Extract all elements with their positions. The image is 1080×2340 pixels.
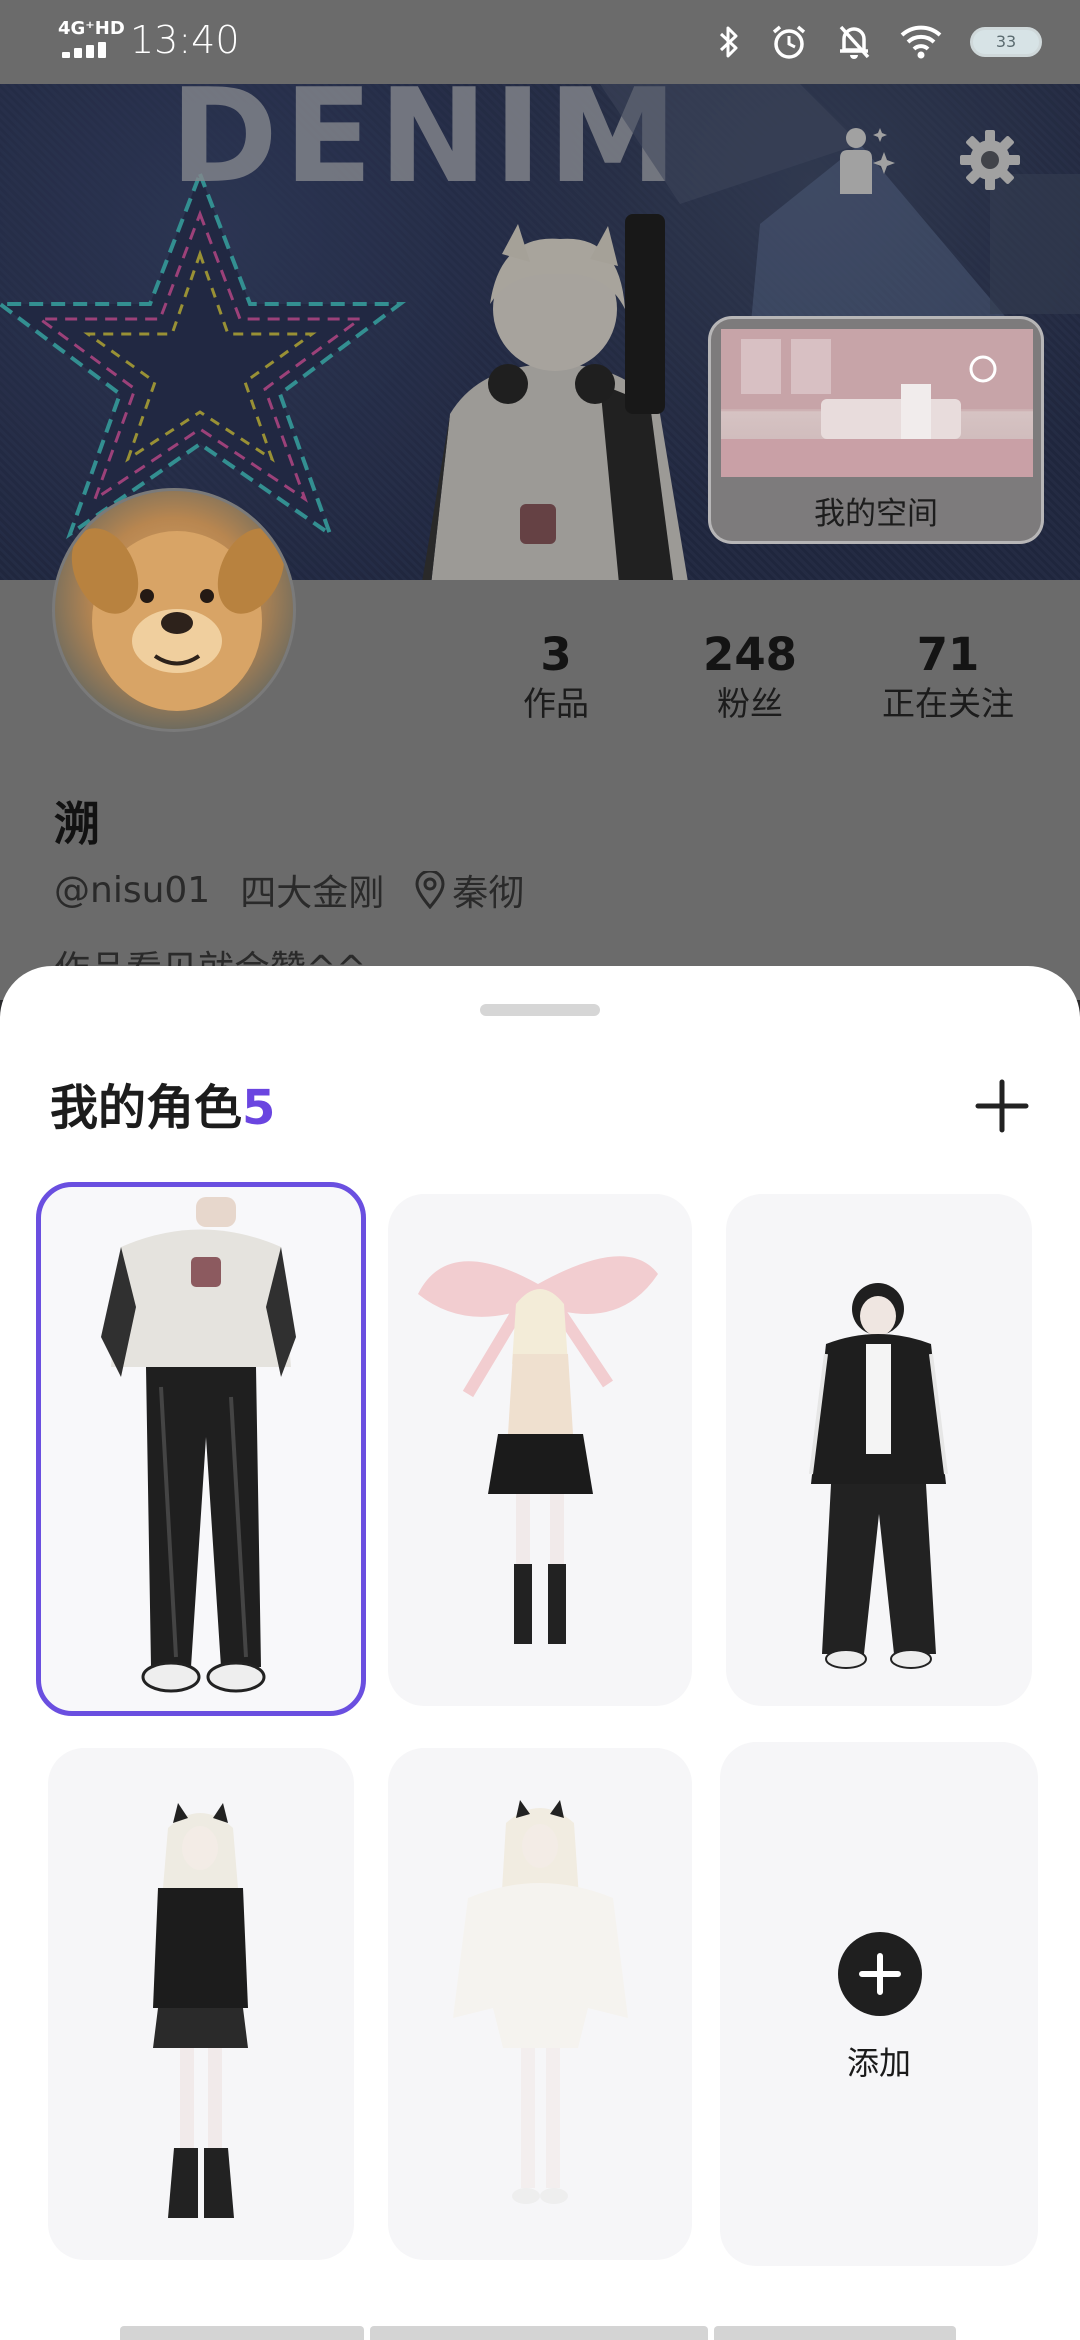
bottom-tab-hint (120, 2326, 956, 2340)
character-figure-2 (418, 1256, 658, 1644)
stat-works[interactable]: 3 作品 (506, 628, 606, 726)
character-figure-5 (453, 1800, 628, 2204)
profile-handle: @nisu01 (54, 869, 211, 911)
stat-works-label: 作品 (523, 684, 589, 723)
character-figure-4 (153, 1803, 248, 2218)
my-space-label: 我的空间 (814, 496, 938, 532)
profile-meta: @nisu01 四大金刚 秦彻 (54, 864, 524, 916)
status-time: 13:40 (130, 18, 240, 62)
my-space-card[interactable]: 我的空间 (708, 316, 1044, 544)
character-figure-3 (809, 1283, 948, 1669)
character-card[interactable] (726, 1194, 1032, 1706)
character-count: 5 (242, 1080, 276, 1136)
stat-following-label: 正在关注 (882, 684, 1014, 723)
location-icon (415, 871, 445, 909)
profile-name: 溯 (54, 797, 100, 851)
character-card[interactable] (48, 1748, 354, 2260)
add-circle-icon (838, 1932, 922, 2016)
add-character-card[interactable]: 添加 (720, 1742, 1038, 2266)
wifi-icon (900, 25, 942, 59)
character-card[interactable] (388, 1194, 692, 1706)
alarm-icon (772, 25, 806, 59)
status-bar: 4G⁺HD 13:40 33 (0, 0, 1080, 84)
network-type: 4G⁺HD (58, 18, 125, 39)
stat-followers[interactable]: 248 粉丝 (690, 628, 810, 726)
sheet-drag-handle[interactable] (480, 1004, 600, 1016)
profile-group: 四大金刚 (240, 873, 385, 914)
character-card[interactable] (36, 1182, 366, 1716)
character-card[interactable] (388, 1748, 692, 2260)
sheet-title-text: 我的角色 (50, 1080, 243, 1136)
stat-followers-value: 248 (703, 628, 797, 681)
stat-following[interactable]: 71 正在关注 (868, 628, 1028, 726)
add-character-icon[interactable] (974, 1078, 1030, 1134)
room-thumbnail (721, 329, 1033, 477)
sheet-title: 我的角色5 (50, 1068, 275, 1138)
character-figure-1 (101, 1197, 296, 1693)
bluetooth-icon (719, 26, 738, 58)
stat-followers-label: 粉丝 (717, 684, 783, 723)
stat-works-value: 3 (540, 628, 572, 681)
add-character-label: 添加 (846, 2044, 911, 2082)
profile-location: 秦彻 (452, 873, 525, 914)
mute-icon (839, 25, 870, 59)
avatar[interactable] (52, 488, 296, 732)
stat-following-value: 71 (916, 628, 980, 681)
status-icons: 33 (716, 20, 1042, 64)
battery-icon: 33 (970, 27, 1042, 57)
signal-icon (62, 42, 110, 58)
